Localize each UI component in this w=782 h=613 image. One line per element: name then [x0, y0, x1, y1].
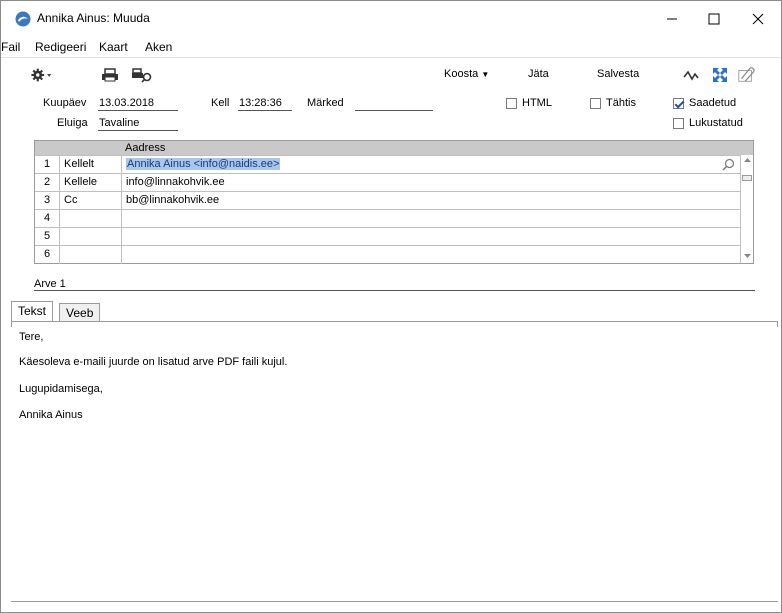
row-number: 5 — [43, 230, 51, 242]
lifespan-label: Eluiga — [57, 117, 88, 129]
body-closing: Lugupidamisega, — [19, 383, 103, 395]
scroll-thumb[interactable] — [742, 175, 752, 181]
discard-button[interactable]: Jäta — [528, 68, 549, 80]
sent-checkbox-label: Saadetud — [689, 97, 737, 109]
attachment-divider — [34, 290, 755, 291]
row-type[interactable] — [59, 228, 121, 246]
table-row[interactable]: 4 — [35, 209, 741, 228]
body-signature: Annika Ainus — [19, 409, 83, 421]
tab-panel-border — [11, 321, 778, 327]
table-row[interactable]: 3 Cc bb@linnakohvik.ee — [35, 191, 741, 210]
row-type[interactable] — [59, 210, 121, 228]
lifespan-field[interactable]: Tavaline — [98, 117, 178, 131]
mail-window: Annika Ainus: Muuda Fail Redigeeri Kaart… — [0, 0, 782, 613]
tab-text[interactable]: Tekst — [11, 301, 54, 321]
locked-checkbox[interactable]: Lukustatud — [673, 117, 743, 129]
menu-bar: Fail Redigeeri Kaart Aken — [1, 38, 781, 56]
address-grid: Aadress 1 Kellelt Annika Ainus <info@nai… — [34, 140, 754, 264]
minimize-button[interactable] — [649, 1, 695, 37]
activity-icon[interactable] — [681, 66, 703, 84]
save-button[interactable]: Salvesta — [597, 68, 639, 80]
toolbar: Koosta ▼ Jäta Salvesta — [1, 57, 781, 91]
title-bar: Annika Ainus: Muuda — [1, 1, 781, 37]
compose-label: Koosta — [444, 68, 479, 80]
body-greeting: Tere, — [19, 331, 44, 343]
body-message: Käesoleva e-maili juurde on lisatud arve… — [19, 356, 288, 368]
table-row[interactable]: 5 — [35, 227, 741, 246]
close-icon — [752, 13, 764, 25]
attachment-icon[interactable] — [735, 66, 757, 84]
row-address[interactable]: bb@linnakohvik.ee — [121, 192, 741, 210]
date-label: Kuupäev — [43, 97, 87, 109]
print-icon[interactable] — [99, 66, 121, 84]
grid-scrollbar[interactable] — [740, 155, 753, 263]
row-number: 3 — [43, 194, 51, 206]
menu-window[interactable]: Aken — [145, 40, 172, 54]
row-address[interactable] — [121, 228, 741, 246]
important-checkbox-label: Tähtis — [606, 97, 636, 109]
chevron-down-icon: ▼ — [481, 70, 490, 79]
expand-icon[interactable] — [709, 66, 731, 84]
grid-header: Aadress — [35, 141, 753, 155]
menu-edit[interactable]: Redigeeri — [35, 40, 86, 54]
maximize-icon — [708, 13, 720, 25]
minimize-icon — [667, 18, 677, 20]
row-type[interactable]: Cc — [59, 192, 121, 210]
important-checkbox-box[interactable] — [590, 97, 601, 109]
scroll-up-icon[interactable] — [743, 157, 752, 163]
table-row[interactable]: 1 Kellelt Annika Ainus <info@naidis.ee> — [35, 155, 741, 174]
row-address[interactable] — [121, 246, 741, 264]
row-address[interactable]: info@linnakohvik.ee — [121, 174, 741, 192]
bottom-divider — [11, 601, 778, 602]
table-row[interactable]: 2 Kellele info@linnakohvik.ee — [35, 173, 741, 192]
locked-checkbox-label: Lukustatud — [689, 117, 743, 129]
attachment-label[interactable]: Arve 1 — [34, 278, 66, 290]
print-preview-icon[interactable] — [131, 66, 153, 84]
maximize-button[interactable] — [691, 1, 737, 37]
table-row[interactable]: 6 — [35, 245, 741, 264]
menu-file[interactable]: Fail — [1, 40, 20, 54]
row-number: 2 — [43, 176, 51, 188]
tab-web[interactable]: Veeb — [59, 303, 101, 321]
gear-dropdown-icon[interactable] — [31, 66, 53, 84]
row-number: 1 — [43, 158, 51, 170]
close-button[interactable] — [735, 1, 781, 37]
compose-button[interactable]: Koosta ▼ — [444, 68, 489, 80]
row-type[interactable] — [59, 246, 121, 264]
locked-checkbox-box[interactable] — [673, 117, 684, 129]
search-icon[interactable] — [722, 158, 735, 171]
time-label: Kell — [211, 97, 230, 109]
html-checkbox[interactable]: HTML — [506, 97, 552, 109]
app-logo-icon — [15, 11, 31, 27]
address-column-header: Aadress — [125, 142, 166, 154]
time-field[interactable]: 13:28:36 — [238, 97, 292, 111]
scroll-down-icon[interactable] — [743, 253, 752, 259]
html-checkbox-box[interactable] — [506, 97, 517, 109]
row-address[interactable] — [121, 210, 741, 228]
sent-checkbox-box[interactable] — [673, 97, 684, 109]
sent-checkbox[interactable]: Saadetud — [673, 97, 736, 109]
important-checkbox[interactable]: Tähtis — [590, 97, 636, 109]
row-number: 4 — [43, 212, 51, 224]
date-field[interactable]: 13.03.2018 — [98, 97, 178, 111]
row-address[interactable]: Annika Ainus <info@naidis.ee> — [121, 156, 741, 174]
row-number: 6 — [43, 248, 51, 260]
notes-label: Märked — [307, 97, 344, 109]
window-title: Annika Ainus: Muuda — [37, 11, 150, 25]
html-checkbox-label: HTML — [522, 97, 552, 109]
menu-card[interactable]: Kaart — [99, 40, 128, 54]
selected-address-text[interactable]: Annika Ainus <info@naidis.ee> — [126, 158, 281, 170]
row-type[interactable]: Kellelt — [59, 156, 121, 174]
row-type[interactable]: Kellele — [59, 174, 121, 192]
notes-field[interactable] — [355, 97, 433, 111]
